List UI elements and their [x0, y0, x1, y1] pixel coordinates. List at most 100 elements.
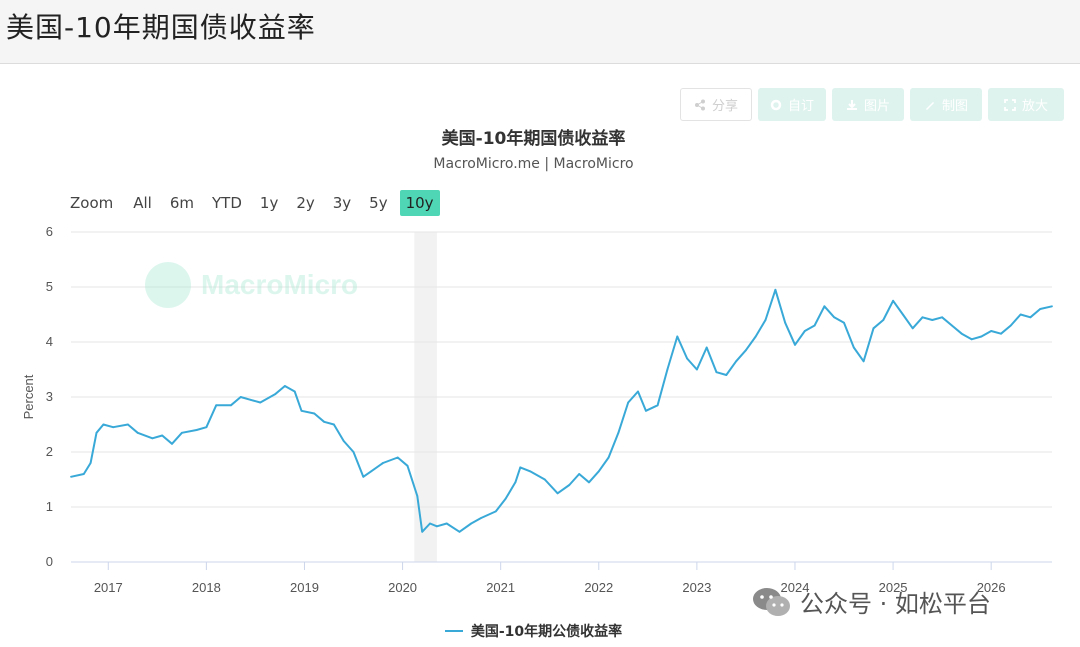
chart-title: 美国-10年期国债收益率: [441, 129, 626, 149]
data-point: [951, 324, 953, 327]
data-point: [195, 429, 198, 431]
data-point: [745, 349, 747, 352]
page-title: 美国-10年期国债收益率: [6, 11, 316, 44]
range-all-button[interactable]: All: [127, 190, 158, 216]
data-point: [1009, 324, 1012, 327]
data-point: [556, 492, 559, 495]
data-point: [313, 412, 316, 415]
data-point: [445, 522, 448, 525]
data-point: [833, 316, 836, 319]
data-point: [862, 360, 865, 363]
y-tick-label: 3: [46, 389, 53, 404]
data-point: [470, 522, 473, 525]
legend-series-swatch: [444, 630, 463, 632]
draw-button[interactable]: 制图: [910, 88, 982, 121]
data-point: [300, 409, 303, 412]
data-point: [960, 332, 963, 335]
data-point: [1019, 313, 1022, 316]
data-point: [607, 456, 610, 459]
wechat-text: 公众号 · 如松平台: [800, 590, 991, 618]
data-point: [980, 335, 983, 338]
data-point: [274, 393, 276, 396]
data-point: [803, 330, 806, 332]
data-point: [112, 426, 115, 429]
y-tick-label: 1: [46, 499, 53, 514]
range-1y-button[interactable]: 1y: [254, 190, 284, 216]
data-point: [370, 470, 373, 473]
range-2y-button[interactable]: 2y: [290, 190, 320, 216]
data-point: [436, 525, 438, 528]
legend-series-label: 美国-10年期公债收益率: [470, 624, 623, 640]
data-point: [970, 338, 973, 341]
gear-icon: [770, 99, 782, 110]
data-point: [666, 368, 669, 371]
data-point: [715, 371, 718, 374]
data-point: [637, 390, 639, 393]
macromicro-logo-icon: [145, 262, 191, 308]
range-5y-button[interactable]: 5y: [363, 190, 393, 216]
share-button[interactable]: 分享: [680, 88, 752, 121]
share-icon: [694, 99, 705, 110]
data-point: [843, 321, 845, 324]
x-tick-label: 2019: [290, 580, 319, 595]
data-point: [230, 404, 232, 407]
data-point: [882, 319, 885, 321]
data-point: [333, 423, 335, 426]
data-point: [1029, 316, 1032, 319]
data-point: [480, 517, 482, 519]
download-icon: [846, 99, 857, 110]
watermark: MacroMicro: [145, 262, 358, 308]
chart-legend[interactable]: 美国-10年期公债收益率: [0, 621, 1067, 641]
data-point: [754, 335, 757, 338]
data-point: [127, 423, 129, 426]
data-point: [458, 530, 461, 533]
data-point: [529, 470, 531, 473]
data-point: [784, 321, 787, 324]
data-point: [597, 470, 600, 473]
pencil-icon: [925, 101, 934, 110]
data-point: [617, 431, 620, 434]
data-point: [794, 343, 796, 346]
custom-button[interactable]: 自订: [758, 88, 826, 121]
data-point: [725, 374, 728, 376]
data-point: [676, 335, 679, 338]
data-point: [181, 431, 183, 434]
data-point: [70, 475, 72, 478]
enlarge-button[interactable]: 放大: [988, 88, 1064, 121]
data-point: [259, 401, 262, 404]
data-point: [429, 522, 431, 525]
data-point: [151, 437, 154, 440]
watermark-text: MacroMicro: [201, 269, 359, 300]
range-6m-button[interactable]: 6m: [164, 190, 200, 216]
series-line-0: [70, 288, 1053, 533]
y-tick-label: 0: [46, 554, 53, 569]
range-3y-button[interactable]: 3y: [327, 190, 357, 216]
data-point: [902, 313, 904, 316]
data-point: [823, 305, 826, 308]
y-tick-label: 5: [46, 279, 53, 294]
range-selector: Zoom All 6m YTD 1y 2y 3y 5y 10y: [70, 190, 446, 216]
data-point: [161, 434, 164, 437]
data-point: [990, 330, 993, 332]
data-point: [239, 396, 242, 398]
data-point: [1051, 305, 1053, 308]
data-point: [342, 440, 345, 442]
data-point: [215, 404, 218, 407]
x-tick-label: 2018: [192, 580, 221, 595]
data-point: [205, 426, 208, 429]
image-button[interactable]: 图片: [832, 88, 904, 121]
data-point: [892, 299, 894, 302]
x-tick-label: 2021: [486, 580, 515, 595]
data-point: [396, 456, 399, 459]
range-ytd-button[interactable]: YTD: [206, 190, 248, 216]
data-point: [89, 462, 92, 464]
page-header: 美国-10年期国债收益率: [0, 0, 1080, 64]
range-10y-button[interactable]: 10y: [399, 190, 440, 216]
data-point: [764, 319, 767, 321]
enlarge-label: 放大: [1021, 99, 1048, 114]
data-point: [171, 442, 173, 445]
x-tick-label: 2023: [682, 580, 711, 595]
data-point: [656, 404, 659, 407]
expand-icon: [1004, 98, 1016, 111]
data-point: [911, 327, 914, 330]
